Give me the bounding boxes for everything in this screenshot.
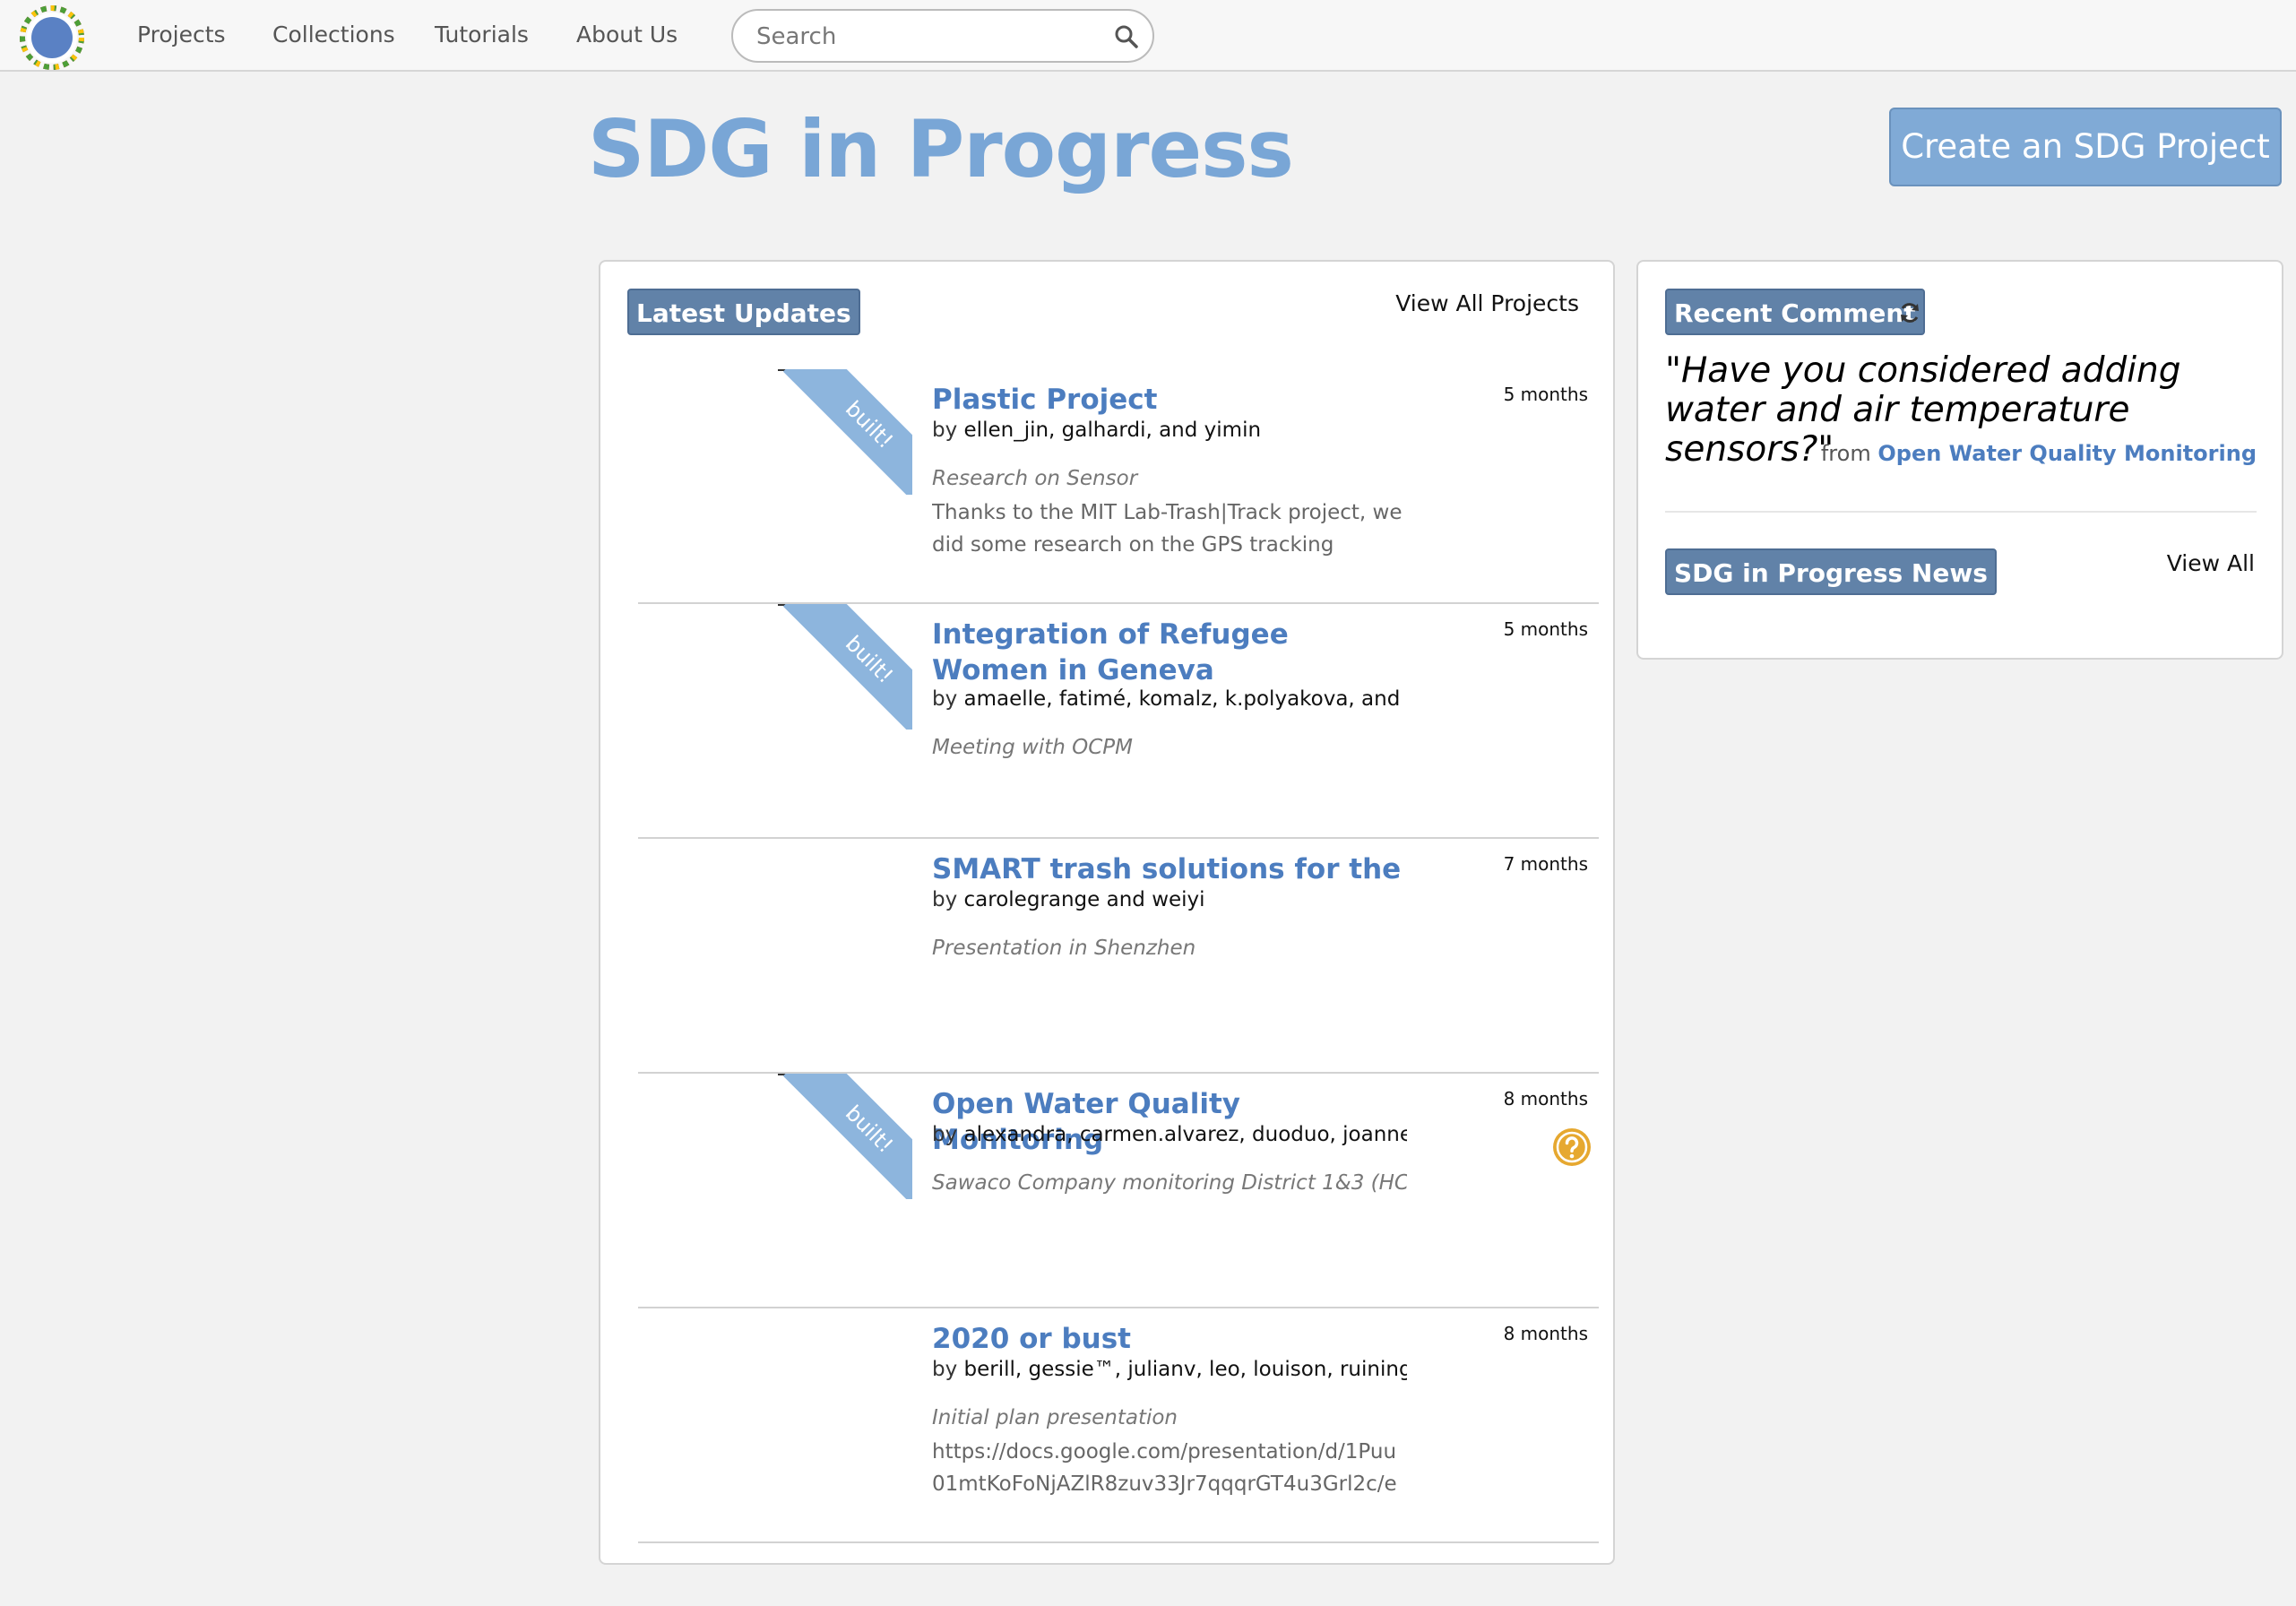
from-label: from (1820, 441, 1871, 466)
update-subtitle: Presentation in Shenzhen (932, 937, 1196, 960)
latest-updates-panel: Latest Updates View All Projects built! … (599, 260, 1615, 1565)
recent-comment-panel: Recent Comment "Have you considered addi… (1636, 260, 2283, 660)
page-title: SDG in Progress (588, 103, 1294, 195)
project-title[interactable]: SMART trash solutions for the SDGs (932, 851, 1407, 887)
update-time: 5 months (1503, 618, 1588, 640)
update-description: Thanks to the MIT Lab-Trash|Track projec… (932, 501, 1403, 557)
update-description: https://docs.google.com/presentation/d/1… (932, 1440, 1397, 1496)
update-time: 5 months (1503, 384, 1588, 405)
update-subtitle: Initial plan presentation (932, 1406, 1178, 1429)
nav-projects-link[interactable]: Projects (137, 20, 226, 50)
built-ribbon-label: built! (782, 1074, 912, 1199)
comment-source: from Open Water Quality Monitoring (1821, 441, 2257, 466)
nav-about-us-link[interactable]: About Us (576, 20, 678, 50)
by-label: by (932, 687, 958, 711)
project-title[interactable]: 2020 or bust (932, 1321, 1407, 1357)
update-time: 8 months (1503, 1323, 1588, 1344)
by-label: by (932, 888, 958, 911)
news-view-all-link[interactable]: View All (2167, 550, 2255, 576)
sdg-news-badge: SDG in Progress News (1665, 548, 1997, 595)
question-help-icon[interactable] (1552, 1127, 1592, 1167)
project-authors: by amaelle, fatimé, komalz, k.polyakova,… (932, 683, 1407, 715)
update-time: 8 months (1503, 1088, 1588, 1110)
update-subtitle: Research on Sensor (932, 467, 1138, 490)
update-item-refugee-women: built! Integration of Refugee Women in G… (638, 604, 1599, 839)
project-authors: by carolegrange and weiyi (932, 884, 1407, 916)
project-title[interactable]: Integration of Refugee Women in Geneva (932, 617, 1407, 688)
create-sdg-project-button[interactable]: Create an SDG Project (1889, 108, 2282, 186)
sdg-logo-icon[interactable] (20, 5, 84, 70)
built-ribbon: built! (778, 1074, 912, 1199)
by-label: by (932, 1123, 958, 1146)
update-time: 7 months (1503, 853, 1588, 875)
update-item-plastic-project: built! Plastic Project by ellen_jin, gal… (638, 369, 1599, 604)
authors-list[interactable]: amaelle, fatimé, komalz, k.polyakova, an… (964, 687, 1407, 711)
comment-project-link[interactable]: Open Water Quality Monitoring (1877, 441, 2257, 466)
authors-list[interactable]: ellen_jin, galhardi, and yimin (964, 419, 1262, 442)
top-navbar: Projects Collections Tutorials About Us (0, 0, 2296, 72)
update-item-2020-or-bust: 2020 or bust by berill, gessie™, julianv… (638, 1308, 1599, 1543)
project-authors: by alexandra, carmen.alvarez, duoduo, jo… (932, 1118, 1407, 1151)
project-authors: by ellen_jin, galhardi, and yimin (932, 414, 1407, 446)
authors-list[interactable]: carolegrange and weiyi (964, 888, 1205, 911)
built-ribbon: built! (778, 604, 912, 730)
update-item-open-water: built! Open Water Quality Monitoring by … (638, 1074, 1599, 1308)
update-subtitle: Sawaco Company monitoring District 1&3 (… (932, 1171, 1407, 1195)
view-all-projects-link[interactable]: View All Projects (1395, 290, 1579, 316)
search-icon[interactable] (1113, 23, 1140, 50)
search-input[interactable] (756, 20, 1097, 54)
nav-collections-link[interactable]: Collections (272, 20, 395, 50)
by-label: by (932, 1358, 958, 1381)
built-ribbon: built! (778, 369, 912, 495)
update-subtitle: Meeting with OCPM (932, 736, 1134, 759)
refresh-icon[interactable] (1898, 301, 1921, 324)
search-bar (731, 9, 1154, 63)
update-item-smart-trash: SMART trash solutions for the SDGs by ca… (638, 839, 1599, 1074)
authors-list[interactable]: alexandra, carmen.alvarez, duoduo, joann… (964, 1123, 1407, 1146)
divider (1665, 511, 2257, 513)
nav-tutorials-link[interactable]: Tutorials (435, 20, 529, 50)
latest-updates-badge: Latest Updates (627, 289, 860, 335)
built-ribbon-label: built! (782, 369, 912, 495)
project-authors: by berill, gessie™, julianv, leo, louiso… (932, 1353, 1407, 1386)
authors-list[interactable]: berill, gessie™, julianv, leo, louison, … (964, 1358, 1407, 1381)
recent-comment-badge: Recent Comment (1665, 289, 1925, 335)
project-title[interactable]: Plastic Project (932, 382, 1407, 418)
built-ribbon-label: built! (782, 604, 912, 730)
by-label: by (932, 419, 958, 442)
